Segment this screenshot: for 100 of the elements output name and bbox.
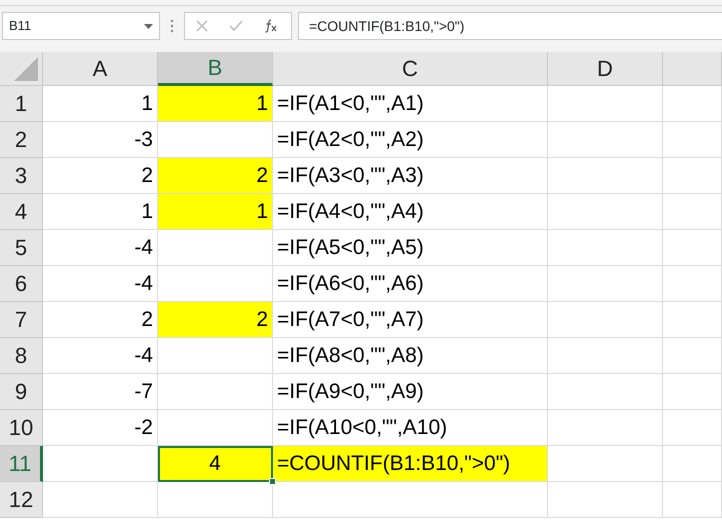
table-cell[interactable]: =IF(A4<0,"",A4) bbox=[273, 194, 548, 230]
row-header[interactable]: 12 bbox=[0, 482, 43, 518]
check-icon[interactable] bbox=[228, 20, 243, 32]
cell-value: -4 bbox=[134, 270, 153, 297]
cell-value: =IF(A10<0,"",A10) bbox=[277, 414, 448, 441]
table-cell[interactable] bbox=[158, 230, 273, 266]
table-cell[interactable] bbox=[548, 446, 663, 482]
table-cell[interactable] bbox=[273, 482, 548, 518]
row-header[interactable]: 8 bbox=[0, 338, 43, 374]
table-cell[interactable] bbox=[548, 410, 663, 446]
table-cell[interactable]: 2 bbox=[158, 158, 273, 194]
table-cell[interactable] bbox=[663, 86, 722, 122]
table-cell[interactable] bbox=[548, 374, 663, 410]
table-cell[interactable]: -7 bbox=[43, 374, 158, 410]
table-cell[interactable]: -4 bbox=[43, 338, 158, 374]
dropdown-caret-icon bbox=[144, 24, 153, 28]
table-cell[interactable] bbox=[158, 338, 273, 374]
table-cell[interactable] bbox=[548, 194, 663, 230]
cell-value: 1 bbox=[256, 198, 268, 225]
table-cell[interactable] bbox=[663, 230, 722, 266]
select-all-button[interactable] bbox=[0, 52, 43, 86]
table-cell[interactable] bbox=[663, 302, 722, 338]
column-header[interactable] bbox=[663, 52, 722, 86]
formula-field[interactable]: =COUNTIF(B1:B10,">0") bbox=[298, 12, 722, 40]
cell-value: =COUNTIF(B1:B10,">0") bbox=[277, 450, 510, 477]
cell-value: 2 bbox=[256, 162, 268, 189]
row-header[interactable]: 9 bbox=[0, 374, 43, 410]
table-cell[interactable] bbox=[663, 158, 722, 194]
table-cell[interactable] bbox=[663, 410, 722, 446]
column-header[interactable]: B bbox=[158, 52, 273, 86]
table-cell[interactable]: -3 bbox=[43, 122, 158, 158]
table-cell[interactable]: 2 bbox=[158, 302, 273, 338]
column-header[interactable]: C bbox=[273, 52, 548, 86]
cell-value: =IF(A7<0,"",A7) bbox=[277, 306, 424, 333]
cell-value: =IF(A6<0,"",A6) bbox=[277, 270, 424, 297]
table-cell[interactable] bbox=[158, 374, 273, 410]
cell-value: =IF(A5<0,"",A5) bbox=[277, 234, 424, 261]
table-cell[interactable] bbox=[548, 302, 663, 338]
cell-value: =IF(A3<0,"",A3) bbox=[277, 162, 424, 189]
row-header[interactable]: 4 bbox=[0, 194, 43, 230]
cell-value: =IF(A2<0,"",A2) bbox=[277, 126, 424, 153]
table-cell[interactable]: =IF(A6<0,"",A6) bbox=[273, 266, 548, 302]
table-cell[interactable]: =COUNTIF(B1:B10,">0") bbox=[273, 446, 548, 482]
table-cell[interactable] bbox=[663, 266, 722, 302]
table-cell[interactable] bbox=[548, 122, 663, 158]
table-cell[interactable] bbox=[663, 482, 722, 518]
table-cell[interactable]: =IF(A2<0,"",A2) bbox=[273, 122, 548, 158]
table-cell[interactable]: =IF(A7<0,"",A7) bbox=[273, 302, 548, 338]
row-header[interactable]: 1 bbox=[0, 86, 43, 122]
table-cell[interactable]: =IF(A5<0,"",A5) bbox=[273, 230, 548, 266]
table-cell[interactable]: -2 bbox=[43, 410, 158, 446]
cell-value: -4 bbox=[134, 234, 153, 261]
table-cell[interactable] bbox=[663, 374, 722, 410]
table-cell[interactable] bbox=[548, 482, 663, 518]
table-cell[interactable] bbox=[158, 482, 273, 518]
table-cell[interactable] bbox=[43, 482, 158, 518]
cell-value: -7 bbox=[134, 378, 153, 405]
table-cell[interactable] bbox=[548, 86, 663, 122]
cell-value: 2 bbox=[141, 306, 153, 333]
table-cell[interactable] bbox=[548, 230, 663, 266]
table-cell[interactable] bbox=[663, 446, 722, 482]
table-cell[interactable] bbox=[548, 338, 663, 374]
cell-value: 1 bbox=[141, 198, 153, 225]
table-cell[interactable] bbox=[548, 158, 663, 194]
table-cell[interactable]: =IF(A1<0,"",A1) bbox=[273, 86, 548, 122]
table-cell[interactable]: 4 bbox=[158, 446, 273, 482]
table-cell[interactable] bbox=[663, 194, 722, 230]
corner-triangle-icon bbox=[14, 57, 38, 81]
table-cell[interactable] bbox=[663, 338, 722, 374]
row-header[interactable]: 6 bbox=[0, 266, 43, 302]
cell-value: 2 bbox=[256, 306, 268, 333]
row-header[interactable]: 2 bbox=[0, 122, 43, 158]
table-cell[interactable]: 1 bbox=[158, 86, 273, 122]
row-header[interactable]: 7 bbox=[0, 302, 43, 338]
row-header[interactable]: 5 bbox=[0, 230, 43, 266]
table-cell[interactable] bbox=[663, 122, 722, 158]
table-cell[interactable]: -4 bbox=[43, 266, 158, 302]
fill-handle[interactable] bbox=[269, 478, 276, 485]
table-cell[interactable] bbox=[548, 266, 663, 302]
table-cell[interactable]: =IF(A9<0,"",A9) bbox=[273, 374, 548, 410]
cell-value: 1 bbox=[256, 90, 268, 117]
table-cell[interactable]: 1 bbox=[158, 194, 273, 230]
column-header[interactable]: D bbox=[548, 52, 663, 86]
table-cell[interactable]: =IF(A8<0,"",A8) bbox=[273, 338, 548, 374]
name-box[interactable]: B11 bbox=[2, 12, 160, 40]
row-header[interactable]: 11 bbox=[0, 446, 43, 482]
table-cell[interactable]: =IF(A3<0,"",A3) bbox=[273, 158, 548, 194]
cell-value: =IF(A4<0,"",A4) bbox=[277, 198, 424, 225]
cancel-icon[interactable] bbox=[196, 20, 208, 32]
cell-value: =IF(A8<0,"",A8) bbox=[277, 342, 424, 369]
table-cell[interactable]: -4 bbox=[43, 230, 158, 266]
cell-value: 1 bbox=[141, 90, 153, 117]
row-header[interactable]: 10 bbox=[0, 410, 43, 446]
cell-value: =IF(A9<0,"",A9) bbox=[277, 378, 424, 405]
row-header[interactable]: 3 bbox=[0, 158, 43, 194]
cell-value: 2 bbox=[141, 162, 153, 189]
cell-value: -4 bbox=[134, 342, 153, 369]
cell-value: 4 bbox=[209, 450, 221, 477]
column-header[interactable]: A bbox=[43, 52, 158, 86]
cell-value: =IF(A1<0,"",A1) bbox=[277, 90, 424, 117]
